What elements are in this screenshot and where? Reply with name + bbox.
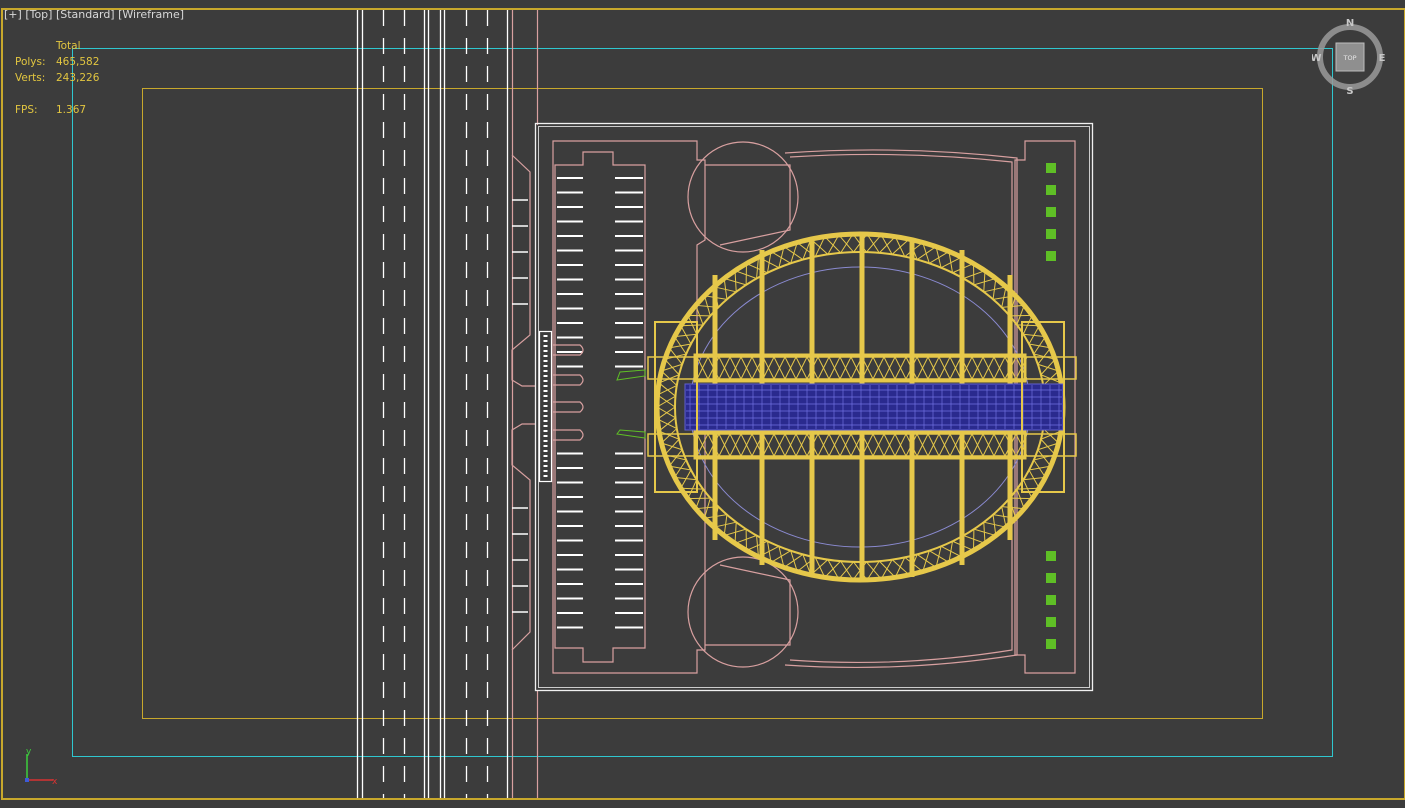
- truss-member: [664, 438, 680, 456]
- viewcube-face-label: TOP: [1342, 54, 1356, 62]
- scene-wireframe[interactable]: [0, 0, 1405, 808]
- truss-member: [658, 382, 676, 397]
- axis-x-label: x: [52, 777, 58, 787]
- truss-member: [838, 561, 854, 580]
- truss-member: [658, 417, 676, 432]
- glass-roof: [684, 383, 1064, 431]
- truss-member: [866, 234, 882, 253]
- truss-member: [983, 522, 986, 544]
- curb-marks: [512, 199, 528, 613]
- truss-member: [661, 428, 678, 444]
- truss-member: [1042, 428, 1059, 444]
- compass-north[interactable]: N: [1346, 18, 1354, 29]
- truss-member: [668, 449, 683, 467]
- compass-south[interactable]: S: [1346, 86, 1353, 97]
- truss-member: [891, 238, 910, 255]
- entrance-curbs: [553, 344, 584, 441]
- stats-fps-value: 1.367: [56, 104, 87, 116]
- walkway-connector-bottom: [616, 429, 646, 439]
- truss-member: [824, 560, 842, 578]
- truss-member: [1037, 449, 1052, 467]
- truss-member: [661, 370, 678, 386]
- stats-verts-value: 243,226: [56, 72, 100, 84]
- truss-member: [664, 358, 680, 376]
- axis-gizmo: y x: [25, 747, 58, 787]
- walkway-connector-top: [616, 369, 646, 381]
- road: [356, 10, 509, 798]
- stats-verts-label: Verts:: [15, 72, 46, 84]
- viewport-menu-shading[interactable]: [Standard]: [56, 8, 115, 21]
- viewport-label[interactable]: [+] [Top] [Standard] [Wireframe]: [4, 8, 184, 21]
- viewport-menu-mode[interactable]: [Wireframe]: [118, 8, 184, 21]
- truss-member: [1042, 370, 1059, 386]
- axis-y-label: y: [26, 747, 32, 757]
- axis-origin: [25, 778, 29, 782]
- parking-stalls: [557, 177, 643, 629]
- parking-lot: [554, 151, 646, 663]
- stats-header: Total: [56, 40, 81, 52]
- truss-member: [783, 554, 804, 568]
- viewport-menu-view[interactable]: [Top]: [25, 8, 52, 21]
- viewcube[interactable]: TOP N S E W: [1312, 16, 1388, 98]
- truss-member: [916, 246, 937, 260]
- compass-west[interactable]: W: [1312, 53, 1322, 64]
- compass-east[interactable]: E: [1379, 53, 1386, 64]
- stats-fps-label: FPS:: [15, 104, 38, 116]
- stadium[interactable]: [647, 231, 1077, 583]
- truss-member: [734, 270, 737, 292]
- viewport-top[interactable]: [+] [Top] [Standard] [Wireframe] Total P…: [0, 0, 1405, 808]
- truss-member: [1040, 358, 1056, 376]
- truss-member: [668, 347, 683, 365]
- viewport-menu-plus[interactable]: [+]: [4, 8, 22, 21]
- truss-member: [838, 234, 854, 253]
- truss-member: [1037, 347, 1052, 365]
- truss-member: [878, 236, 896, 254]
- truss-member: [1040, 438, 1056, 456]
- truss-member: [1009, 314, 1033, 317]
- stats-polys-label: Polys:: [15, 56, 46, 68]
- truss-member: [687, 497, 711, 500]
- stats-polys-value: 465,582: [56, 56, 100, 68]
- sidewalk-outline: [511, 10, 539, 798]
- truss-member: [866, 561, 882, 580]
